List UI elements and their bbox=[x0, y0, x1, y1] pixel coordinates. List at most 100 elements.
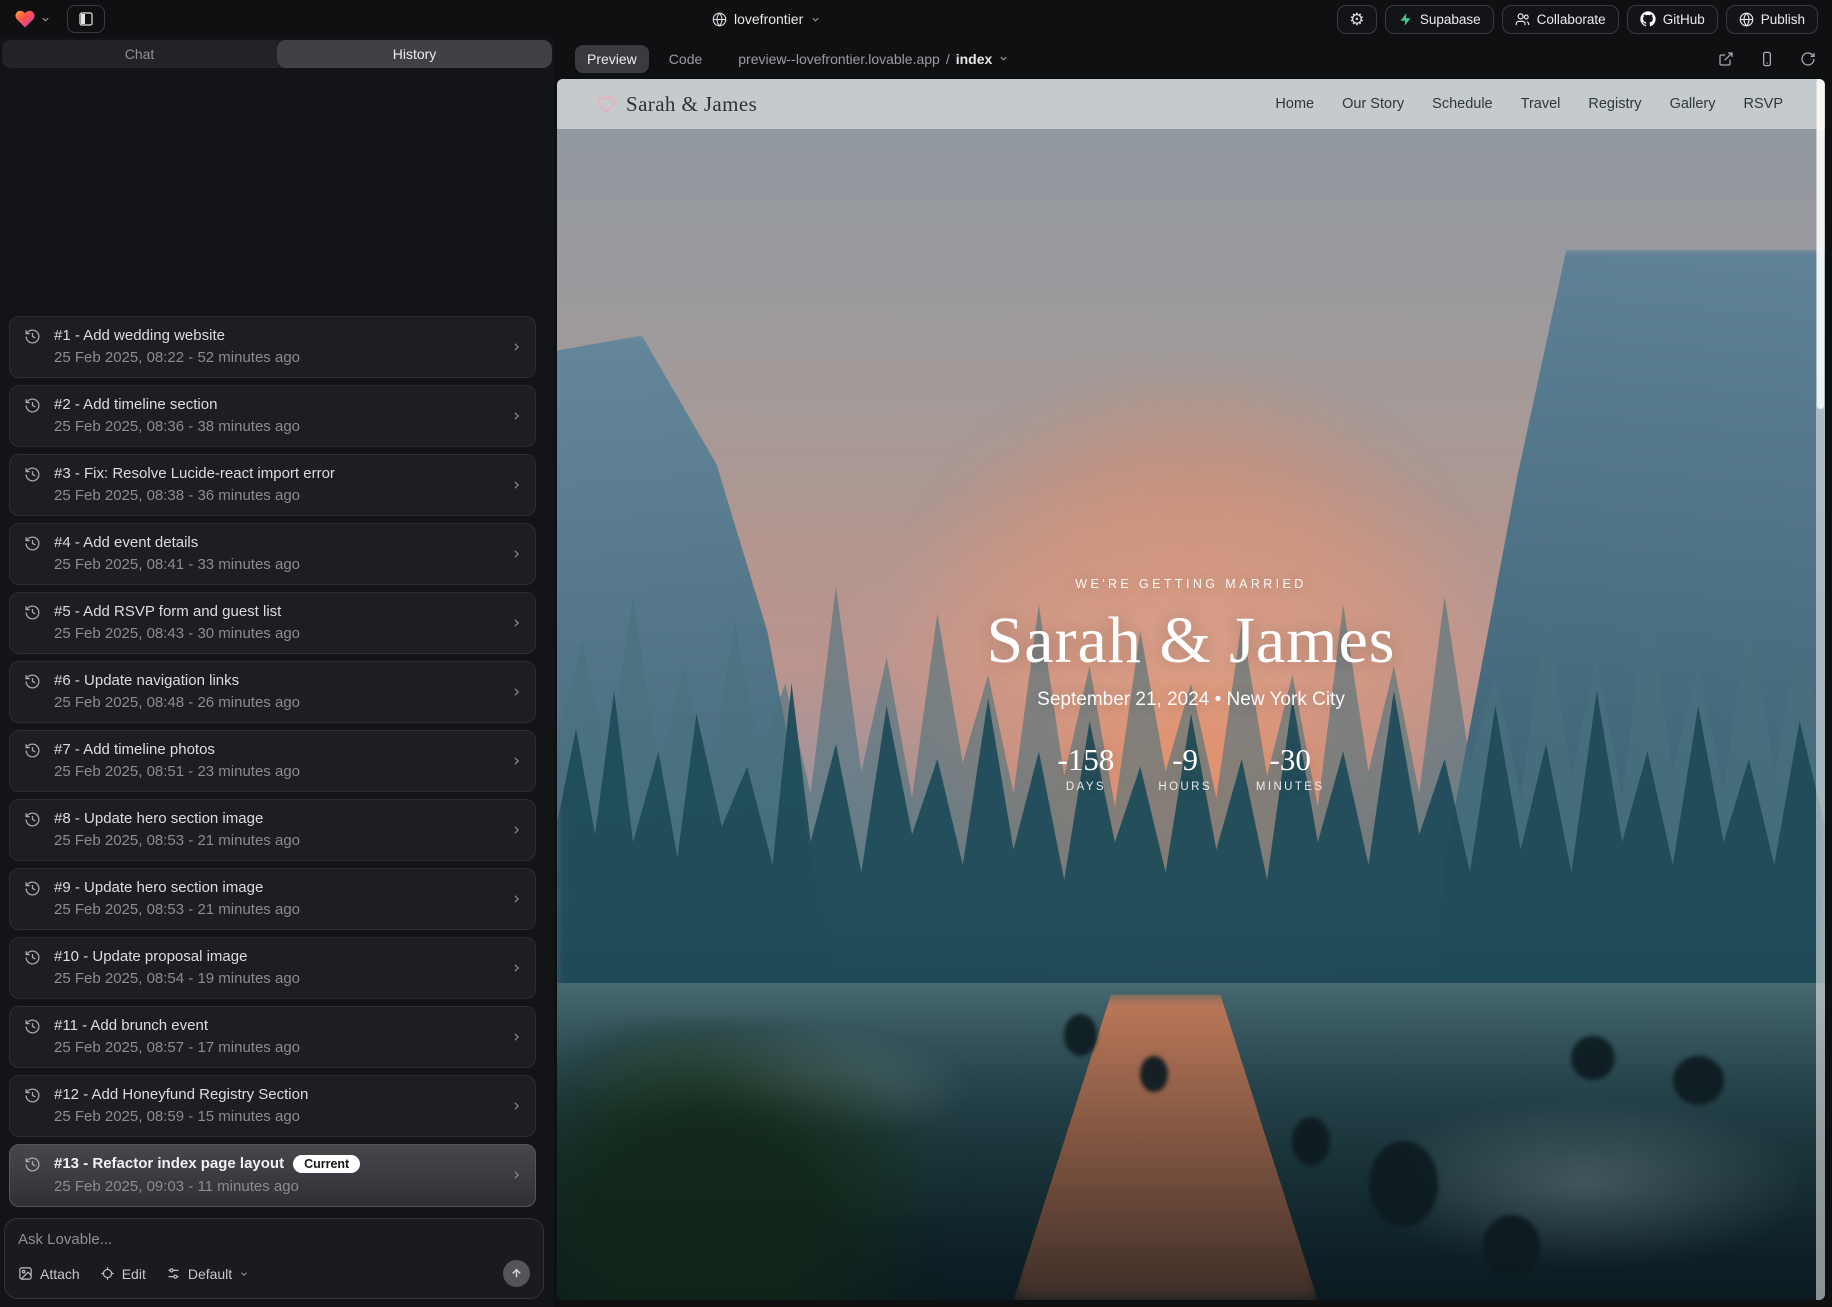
chevron-right-icon bbox=[510, 547, 523, 560]
history-item-title: #9 - Update hero section image bbox=[54, 879, 263, 896]
site-logo-text: Sarah & James bbox=[626, 92, 757, 117]
history-icon bbox=[24, 535, 41, 552]
site-logo[interactable]: Sarah & James bbox=[597, 92, 757, 117]
ask-lovable-input[interactable] bbox=[18, 1231, 530, 1248]
lovable-logo-menu[interactable] bbox=[14, 8, 51, 30]
tab-preview[interactable]: Preview bbox=[575, 45, 649, 73]
sliders-icon bbox=[166, 1266, 181, 1281]
history-item-title: #13 - Refactor index page layout bbox=[54, 1155, 284, 1172]
chevron-right-icon bbox=[510, 754, 523, 767]
preview-toolbar: Preview Code preview--lovefrontier.lovab… bbox=[554, 38, 1832, 79]
nav-travel[interactable]: Travel bbox=[1521, 96, 1561, 112]
history-item[interactable]: #8 - Update hero section image 25 Feb 20… bbox=[9, 799, 536, 861]
history-item[interactable]: #2 - Add timeline section 25 Feb 2025, 0… bbox=[9, 385, 536, 447]
chevron-down-icon bbox=[998, 53, 1009, 64]
composer: Attach Edit Default bbox=[4, 1218, 544, 1299]
mobile-view-button[interactable] bbox=[1759, 51, 1775, 67]
history-icon bbox=[24, 742, 41, 759]
send-button[interactable] bbox=[503, 1260, 530, 1287]
open-in-new-tab-button[interactable] bbox=[1718, 51, 1734, 67]
tab-code[interactable]: Code bbox=[657, 45, 714, 73]
refresh-button[interactable] bbox=[1800, 51, 1816, 67]
chevron-right-icon bbox=[510, 892, 523, 905]
chevron-right-icon bbox=[510, 685, 523, 698]
preview-url[interactable]: preview--lovefrontier.lovable.app / inde… bbox=[738, 51, 1009, 67]
mode-selector[interactable]: Default bbox=[166, 1266, 249, 1282]
history-item[interactable]: #11 - Add brunch event 25 Feb 2025, 08:5… bbox=[9, 1006, 536, 1068]
github-button[interactable]: GitHub bbox=[1627, 5, 1718, 34]
external-link-icon bbox=[1718, 51, 1734, 67]
history-icon bbox=[24, 604, 41, 621]
history-item[interactable]: #6 - Update navigation links 25 Feb 2025… bbox=[9, 661, 536, 723]
publish-button[interactable]: Publish bbox=[1726, 5, 1818, 34]
supabase-button[interactable]: Supabase bbox=[1385, 5, 1494, 34]
nav-our-story[interactable]: Our Story bbox=[1342, 96, 1404, 112]
history-item-timestamp: 25 Feb 2025, 08:38 - 36 minutes ago bbox=[54, 487, 335, 504]
chevron-right-icon bbox=[510, 1169, 523, 1182]
history-item-title: #12 - Add Honeyfund Registry Section bbox=[54, 1086, 308, 1103]
nav-schedule[interactable]: Schedule bbox=[1432, 96, 1492, 112]
history-item-timestamp: 25 Feb 2025, 08:53 - 21 minutes ago bbox=[54, 832, 300, 849]
settings-button[interactable]: ⚙ bbox=[1337, 5, 1377, 34]
heart-outline-icon bbox=[597, 95, 616, 114]
users-icon bbox=[1515, 12, 1530, 27]
globe-icon bbox=[712, 12, 727, 27]
arrow-up-icon bbox=[510, 1267, 523, 1280]
history-item-title: #5 - Add RSVP form and guest list bbox=[54, 603, 281, 620]
history-item[interactable]: #4 - Add event details 25 Feb 2025, 08:4… bbox=[9, 523, 536, 585]
history-icon bbox=[24, 673, 41, 690]
chevron-right-icon bbox=[510, 409, 523, 422]
history-item-title: #11 - Add brunch event bbox=[54, 1017, 208, 1034]
preview-scrollbar[interactable] bbox=[1816, 79, 1825, 1300]
countdown-hours: -9 HOURS bbox=[1158, 744, 1212, 793]
nav-gallery[interactable]: Gallery bbox=[1670, 96, 1716, 112]
project-switcher[interactable]: lovefrontier bbox=[712, 0, 821, 38]
hero-content: WE'RE GETTING MARRIED Sarah & James Sept… bbox=[557, 577, 1825, 793]
nav-home[interactable]: Home bbox=[1275, 96, 1314, 112]
hero-title: Sarah & James bbox=[987, 606, 1396, 675]
history-item[interactable]: #1 - Add wedding website 25 Feb 2025, 08… bbox=[9, 316, 536, 378]
history-item[interactable]: #10 - Update proposal image 25 Feb 2025,… bbox=[9, 937, 536, 999]
history-icon bbox=[24, 1087, 41, 1104]
history-item-timestamp: 25 Feb 2025, 09:03 - 11 minutes ago bbox=[54, 1178, 360, 1195]
history-icon bbox=[24, 880, 41, 897]
history-item-title: #7 - Add timeline photos bbox=[54, 741, 215, 758]
history-icon bbox=[24, 328, 41, 345]
gear-icon: ⚙ bbox=[1349, 11, 1364, 28]
hero-date-location: September 21, 2024 • New York City bbox=[1037, 689, 1345, 711]
github-icon bbox=[1640, 11, 1656, 27]
nav-rsvp[interactable]: RSVP bbox=[1744, 96, 1784, 112]
lovable-heart-icon bbox=[14, 8, 36, 30]
edit-button[interactable]: Edit bbox=[100, 1266, 146, 1282]
history-item[interactable]: #3 - Fix: Resolve Lucide-react import er… bbox=[9, 454, 536, 516]
scrollbar-thumb[interactable] bbox=[1817, 79, 1824, 409]
url-separator: / bbox=[946, 51, 950, 67]
tab-history[interactable]: History bbox=[277, 40, 552, 68]
history-icon bbox=[24, 397, 41, 414]
history-item-title: #8 - Update hero section image bbox=[54, 810, 263, 827]
select-target-icon bbox=[100, 1266, 115, 1281]
history-item-title: #6 - Update navigation links bbox=[54, 672, 239, 689]
topbar: lovefrontier ⚙ Supabase Collaborate GitH… bbox=[0, 0, 1832, 38]
sidebar-toggle-button[interactable] bbox=[67, 5, 105, 33]
url-page: index bbox=[956, 51, 993, 67]
project-name: lovefrontier bbox=[734, 11, 803, 27]
history-item[interactable]: #13 - Refactor index page layout Current… bbox=[9, 1144, 536, 1208]
collaborate-button[interactable]: Collaborate bbox=[1502, 5, 1619, 34]
attach-button[interactable]: Attach bbox=[18, 1266, 80, 1282]
history-item[interactable]: #12 - Add Honeyfund Registry Section 25 … bbox=[9, 1075, 536, 1137]
supabase-icon bbox=[1398, 12, 1413, 27]
history-item-timestamp: 25 Feb 2025, 08:43 - 30 minutes ago bbox=[54, 625, 300, 642]
panel-tabs: Chat History bbox=[2, 40, 552, 68]
nav-registry[interactable]: Registry bbox=[1588, 96, 1641, 112]
tab-chat[interactable]: Chat bbox=[2, 40, 277, 68]
history-item-timestamp: 25 Feb 2025, 08:57 - 17 minutes ago bbox=[54, 1039, 300, 1056]
history-item[interactable]: #9 - Update hero section image 25 Feb 20… bbox=[9, 868, 536, 930]
site-header: Sarah & James Home Our Story Schedule Tr… bbox=[557, 79, 1825, 129]
history-item-timestamp: 25 Feb 2025, 08:22 - 52 minutes ago bbox=[54, 349, 300, 366]
lovable-app: lovefrontier ⚙ Supabase Collaborate GitH… bbox=[0, 0, 1832, 1307]
history-item[interactable]: #7 - Add timeline photos 25 Feb 2025, 08… bbox=[9, 730, 536, 792]
history-icon bbox=[24, 949, 41, 966]
history-item[interactable]: #5 - Add RSVP form and guest list 25 Feb… bbox=[9, 592, 536, 654]
history-list: #1 - Add wedding website 25 Feb 2025, 08… bbox=[0, 68, 554, 1216]
